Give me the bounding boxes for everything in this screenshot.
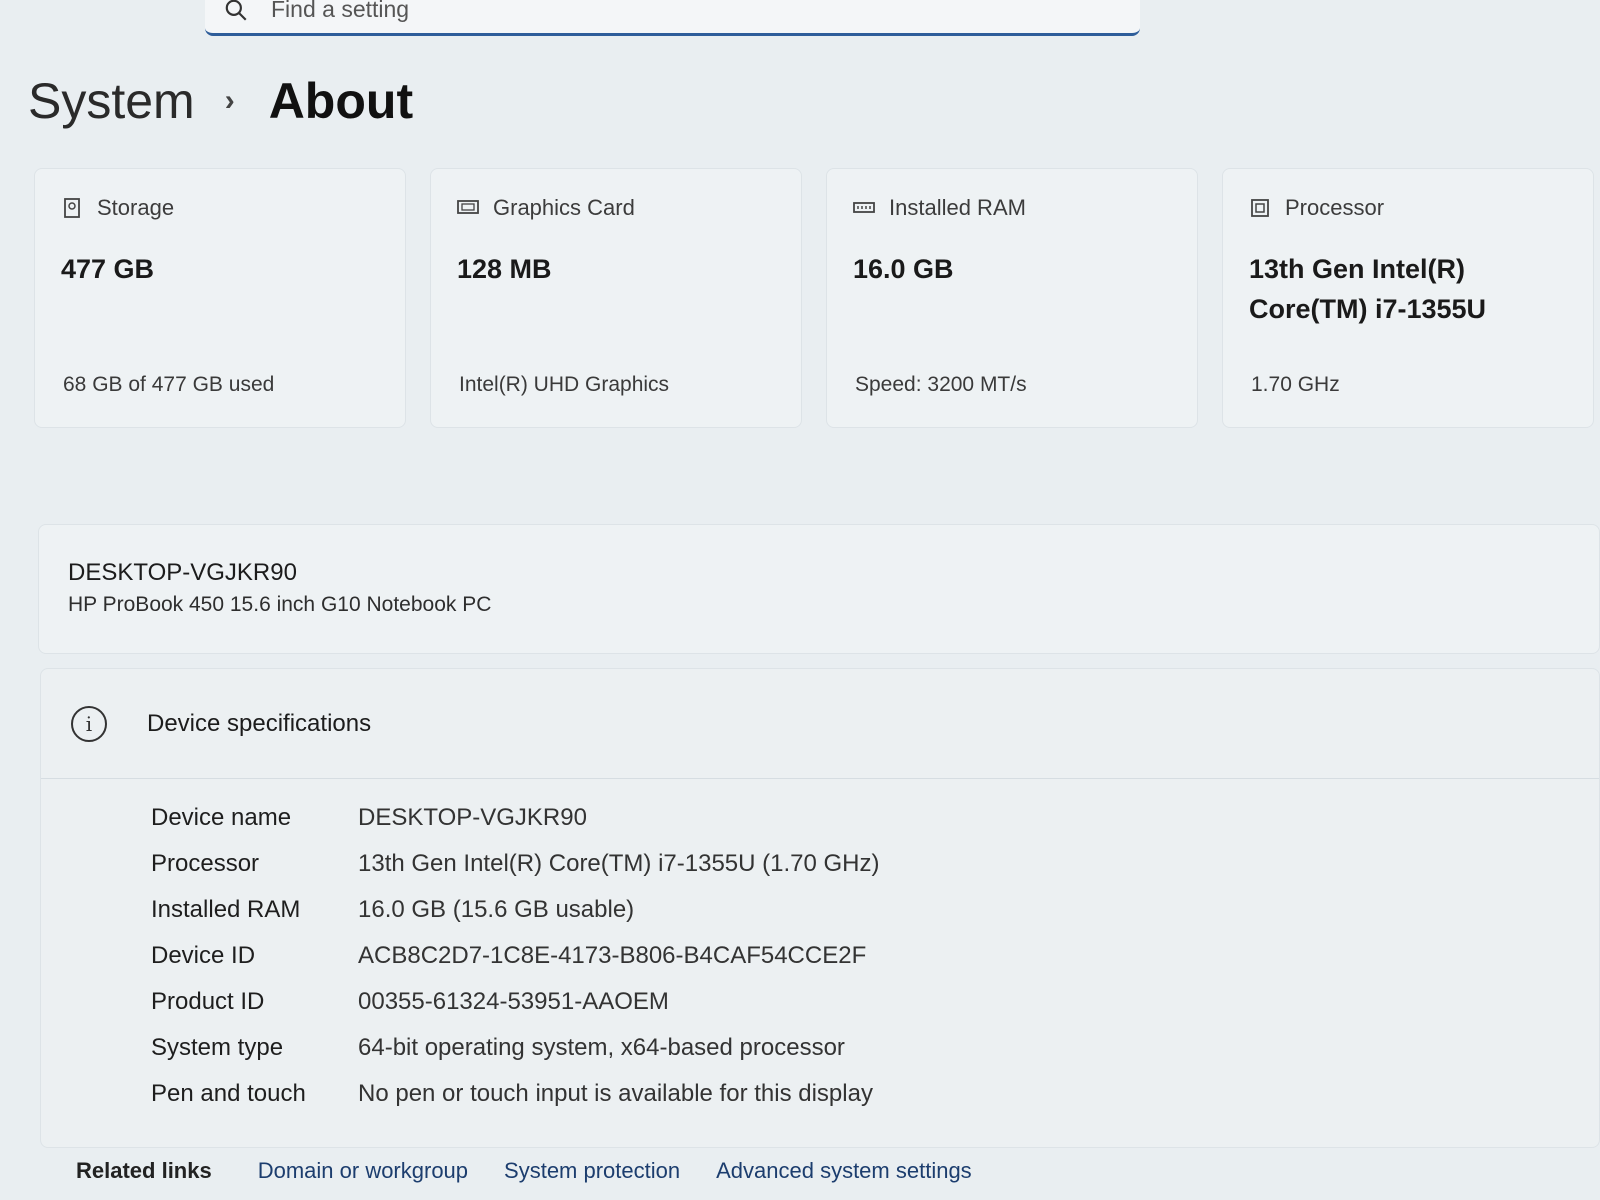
ram-icon (853, 202, 875, 213)
search-box[interactable]: Find a setting (205, 0, 1140, 36)
device-specifications-title: Device specifications (147, 709, 372, 737)
card-value: 16.0 GB (853, 254, 954, 284)
card-sub: Speed: 3200 MT/s (855, 373, 1027, 396)
breadcrumb-parent[interactable]: System (28, 72, 195, 130)
device-specifications-header[interactable]: i Device specifications (41, 669, 1599, 779)
installed-ram-card[interactable]: Installed RAM 16.0 GB Speed: 3200 MT/s (826, 168, 1198, 428)
spec-key: Processor (151, 850, 260, 877)
card-label: Processor (1285, 195, 1385, 220)
spec-key: Device name (151, 804, 292, 831)
summary-cards: Storage 477 GB 68 GB of 477 GB used Grap… (34, 168, 1594, 428)
card-label: Storage (97, 195, 175, 220)
table-row: Installed RAM 16.0 GB (15.6 GB usable) (151, 887, 880, 933)
page-title: About (268, 73, 414, 129)
spec-key: Installed RAM (151, 896, 301, 923)
link-domain-or-workgroup[interactable]: Domain or workgroup (258, 1158, 468, 1184)
table-row: Processor 13th Gen Intel(R) Core(TM) i7-1… (151, 841, 880, 887)
spec-value: ACB8C2D7-1C8E-4173-B806-B4CAF54CCE2F (358, 942, 867, 969)
search-icon (225, 0, 247, 21)
table-row: Device ID ACB8C2D7-1C8E-4173-B806-B4CAF54… (151, 933, 880, 979)
spec-key: Device ID (151, 942, 256, 969)
device-specifications-panel: i Device specifications Device name DESKT… (40, 668, 1600, 1148)
related-links-label: Related links (76, 1158, 212, 1183)
spec-key: Product ID (151, 988, 265, 1015)
spec-table: Device name DESKTOP-VGJKR90 Processor 13th… (151, 795, 880, 1117)
card-sub: 1.70 GHz (1251, 373, 1340, 396)
storage-card[interactable]: Storage 477 GB 68 GB of 477 GB used (34, 168, 406, 428)
info-icon: i (71, 705, 107, 742)
table-row: Device name DESKTOP-VGJKR90 (151, 795, 880, 841)
search-placeholder[interactable]: Find a setting (271, 0, 409, 23)
storage-icon (64, 198, 80, 218)
card-label: Graphics Card (493, 195, 635, 220)
device-name: DESKTOP-VGJKR90 (68, 559, 297, 586)
card-value: 128 MB (457, 254, 552, 284)
card-value: 13th Gen Intel(R) Core(TM) i7-1355U (1249, 254, 1487, 324)
link-system-protection[interactable]: System protection (504, 1158, 680, 1184)
processor-icon (1251, 199, 1269, 217)
card-sub: 68 GB of 477 GB used (63, 373, 275, 396)
device-model: HP ProBook 450 15.6 inch G10 Notebook PC (68, 593, 492, 616)
spec-key: Pen and touch (151, 1080, 306, 1107)
spec-value: DESKTOP-VGJKR90 (358, 804, 587, 831)
graphics-card-card[interactable]: Graphics Card 128 MB Intel(R) UHD Graphi… (430, 168, 802, 428)
spec-value: 13th Gen Intel(R) Core(TM) i7-1355U (1.7… (358, 850, 880, 877)
spec-value: 16.0 GB (15.6 GB usable) (358, 896, 635, 923)
table-row: Product ID 00355-61324-53951-AAOEM (151, 979, 880, 1025)
card-sub: Intel(R) UHD Graphics (459, 373, 670, 396)
graphics-card-icon (457, 200, 479, 214)
related-links: Related links Domain or workgroup System… (76, 1158, 972, 1184)
spec-key: System type (151, 1034, 284, 1061)
spec-value: No pen or touch input is available for t… (358, 1080, 873, 1107)
chevron-right-icon: › (224, 84, 235, 117)
processor-card[interactable]: Processor 13th Gen Intel(R) Core(TM) i7-… (1222, 168, 1594, 428)
table-row: Pen and touch No pen or touch input is av… (151, 1071, 880, 1117)
breadcrumb: System › About (28, 72, 413, 130)
card-value: 477 GB (61, 254, 155, 284)
link-advanced-system-settings[interactable]: Advanced system settings (716, 1158, 972, 1184)
card-label: Installed RAM (889, 195, 1026, 220)
spec-value: 00355-61324-53951-AAOEM (358, 988, 669, 1015)
spec-value: 64-bit operating system, x64-based proce… (358, 1034, 845, 1061)
table-row: System type 64-bit operating system, x64-… (151, 1025, 880, 1071)
device-rename-card[interactable]: DESKTOP-VGJKR90 HP ProBook 450 15.6 inch… (38, 524, 1600, 654)
